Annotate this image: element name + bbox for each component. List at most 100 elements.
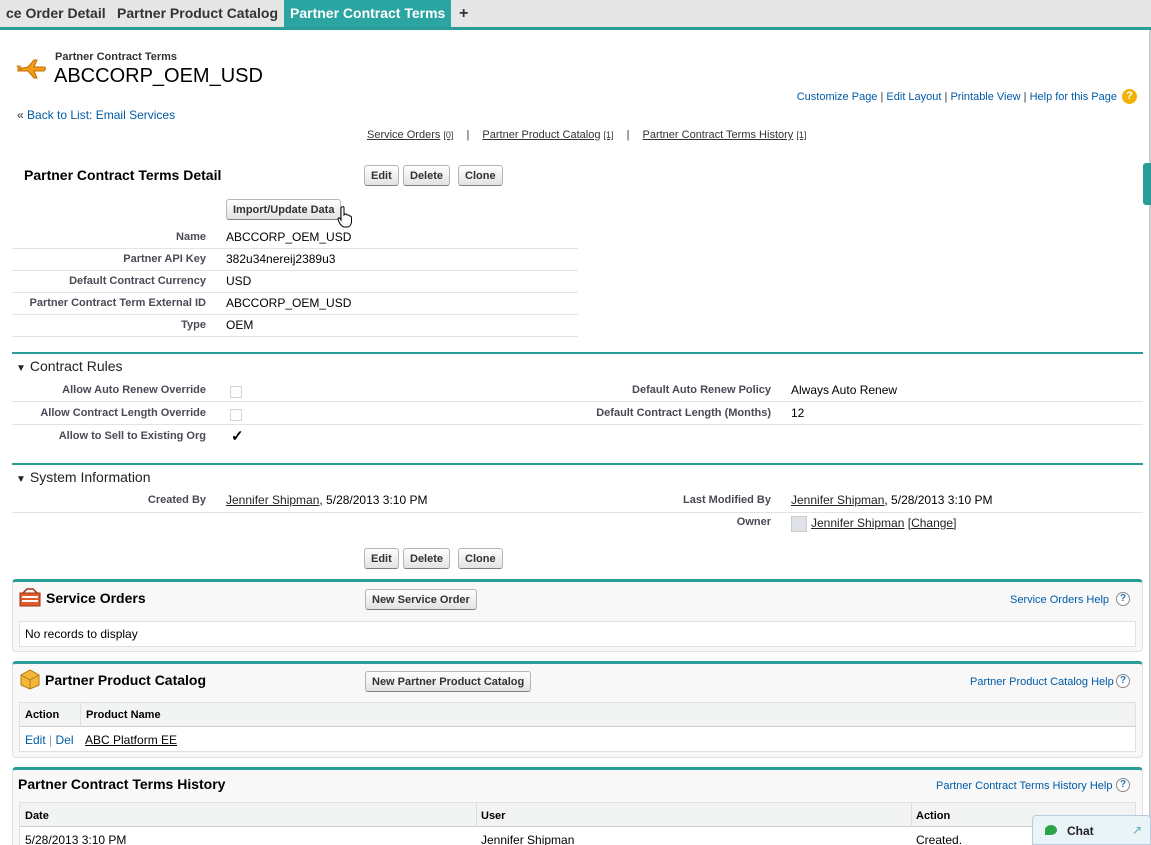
rule-row: Allow Contract Length Override Default C… xyxy=(12,402,1143,425)
product-catalog-related-list: Partner Product Catalog New Partner Prod… xyxy=(12,661,1143,758)
history-help-link[interactable]: Partner Contract Terms History Help xyxy=(936,780,1112,792)
field-row-api-key: Partner API Key 382u34nereij2389u3 xyxy=(12,249,578,271)
field-value: Jennifer Shipman [Change] xyxy=(811,516,956,530)
field-value: OEM xyxy=(226,318,254,332)
page-subtitle: Partner Contract Terms xyxy=(55,51,178,63)
column-separator xyxy=(911,803,912,827)
field-value: 12 xyxy=(791,406,805,420)
airplane-icon xyxy=(16,58,48,82)
product-catalog-icon xyxy=(18,668,42,693)
column-header-action: Action xyxy=(916,810,951,822)
delete-button[interactable]: Delete xyxy=(403,165,451,186)
service-orders-related-list: Service Orders New Service Order Service… xyxy=(12,579,1143,652)
modified-by-user-link[interactable]: Jennifer Shipman xyxy=(791,493,884,507)
created-date: , 5/28/2013 3:10 PM xyxy=(319,493,428,507)
product-catalog-title: Partner Product Catalog xyxy=(45,672,207,688)
rule-row: Allow to Sell to Existing Org ✓ xyxy=(12,425,1143,448)
product-catalog-table: Action Product Name Edit | Del ABC Platf… xyxy=(19,702,1136,752)
tab-partner-product-catalog[interactable]: Partner Product Catalog xyxy=(111,0,284,27)
separator: | xyxy=(49,733,53,747)
help-page-link[interactable]: Help for this Page xyxy=(1030,91,1117,103)
service-orders-icon xyxy=(19,588,41,611)
field-label: Owner xyxy=(736,516,771,528)
clone-button[interactable]: Clone xyxy=(458,165,503,186)
created-by-user-link[interactable]: Jennifer Shipman xyxy=(226,493,319,507)
nav-partner-product-catalog[interactable]: Partner Product Catalog xyxy=(482,129,600,141)
field-value: Jennifer Shipman, 5/28/2013 3:10 PM xyxy=(791,493,992,507)
history-date: 5/28/2013 3:10 PM xyxy=(25,833,127,845)
field-label: Default Contract Currency xyxy=(69,275,206,287)
separator: | xyxy=(1023,91,1027,103)
detail-section-title: Partner Contract Terms Detail xyxy=(24,167,222,183)
edit-button[interactable]: Edit xyxy=(364,165,399,186)
page-title: ABCCORP_OEM_USD xyxy=(54,65,263,87)
field-row-type: Type OEM xyxy=(12,315,578,337)
separator: | xyxy=(626,129,630,141)
field-value: 382u34nereij2389u3 xyxy=(226,252,336,266)
field-label: Partner API Key xyxy=(123,253,206,265)
new-service-order-button[interactable]: New Service Order xyxy=(365,589,477,610)
field-label: Allow to Sell to Existing Org xyxy=(58,430,206,442)
chat-widget[interactable]: Chat ↗ xyxy=(1032,815,1151,845)
customize-page-link[interactable]: Customize Page xyxy=(797,91,878,103)
clone-button-bottom[interactable]: Clone xyxy=(458,548,503,569)
import-update-data-button[interactable]: Import/Update Data xyxy=(226,199,342,220)
collapse-triangle-icon[interactable]: ▼ xyxy=(16,363,26,374)
back-to-list: « Back to List: Email Services xyxy=(17,108,175,122)
tab-bar: ce Order Detail Partner Product Catalog … xyxy=(0,0,1151,30)
empty-message: No records to display xyxy=(25,627,138,641)
edit-button-bottom[interactable]: Edit xyxy=(364,548,399,569)
system-row: Owner Jennifer Shipman [Change] xyxy=(12,513,1143,536)
contract-rules-header[interactable]: ▼ Contract Rules xyxy=(16,358,123,374)
separator: | xyxy=(944,91,948,103)
field-label: Default Contract Length (Months) xyxy=(596,407,771,419)
field-label: Allow Auto Renew Override xyxy=(62,384,206,396)
product-catalog-help-link[interactable]: Partner Product Catalog Help xyxy=(970,676,1114,688)
nav-contract-terms-history[interactable]: Partner Contract Terms History xyxy=(643,129,794,141)
delete-button-bottom[interactable]: Delete xyxy=(403,548,451,569)
modified-date: , 5/28/2013 3:10 PM xyxy=(884,493,993,507)
help-question-icon[interactable]: ? xyxy=(1116,778,1130,792)
delete-row-link[interactable]: Del xyxy=(56,733,74,747)
side-panel-handle[interactable] xyxy=(1143,163,1151,205)
system-info-header[interactable]: ▼ System Information xyxy=(16,469,151,485)
edit-layout-link[interactable]: Edit Layout xyxy=(886,91,941,103)
nav-service-orders[interactable]: Service Orders xyxy=(367,129,440,141)
history-user-link[interactable]: Jennifer Shipman xyxy=(481,833,574,845)
add-tab-button[interactable]: + xyxy=(453,0,474,27)
separator: | xyxy=(880,91,884,103)
owner-user-link[interactable]: Jennifer Shipman xyxy=(811,516,904,530)
history-action: Created. xyxy=(916,833,963,845)
nav-contract-terms-history-count: [1] xyxy=(796,130,807,140)
field-value: USD xyxy=(226,274,252,288)
column-header-action: Action xyxy=(25,709,60,721)
help-question-icon[interactable]: ? xyxy=(1116,674,1130,688)
section-title: System Information xyxy=(29,469,151,485)
tab-partner-contract-terms[interactable]: Partner Contract Terms xyxy=(284,0,452,27)
back-to-list-link[interactable]: Back to List: Email Services xyxy=(27,108,175,122)
help-icon[interactable]: ? xyxy=(1122,89,1137,104)
new-partner-product-catalog-button[interactable]: New Partner Product Catalog xyxy=(365,671,532,692)
collapse-triangle-icon[interactable]: ▼ xyxy=(16,474,26,485)
product-name-link[interactable]: ABC Platform EE xyxy=(85,733,177,747)
top-links: Customize Page | Edit Layout | Printable… xyxy=(797,91,1117,103)
nav-service-orders-count: [0] xyxy=(443,130,454,140)
service-orders-help-link[interactable]: Service Orders Help xyxy=(1010,594,1109,606)
section-divider xyxy=(12,352,1143,354)
table-header xyxy=(20,803,1135,827)
printable-view-link[interactable]: Printable View xyxy=(950,91,1020,103)
table-header xyxy=(20,703,1135,727)
edit-row-link[interactable]: Edit xyxy=(25,733,46,747)
column-separator xyxy=(80,703,81,727)
tab-service-order-detail[interactable]: ce Order Detail xyxy=(0,0,112,27)
system-row: Created By Jennifer Shipman, 5/28/2013 3… xyxy=(12,490,1143,513)
avatar xyxy=(791,516,807,532)
help-question-icon[interactable]: ? xyxy=(1116,592,1130,606)
section-title: Contract Rules xyxy=(29,358,123,374)
change-owner-link[interactable]: [Change] xyxy=(908,516,957,530)
related-list-nav: Service Orders [0] | Partner Product Cat… xyxy=(367,129,806,141)
nav-partner-product-catalog-count: [1] xyxy=(603,130,614,140)
chat-bubble-icon xyxy=(1045,825,1057,835)
field-row-currency: Default Contract Currency USD xyxy=(12,271,578,293)
expand-arrow-icon[interactable]: ↗ xyxy=(1132,823,1142,837)
